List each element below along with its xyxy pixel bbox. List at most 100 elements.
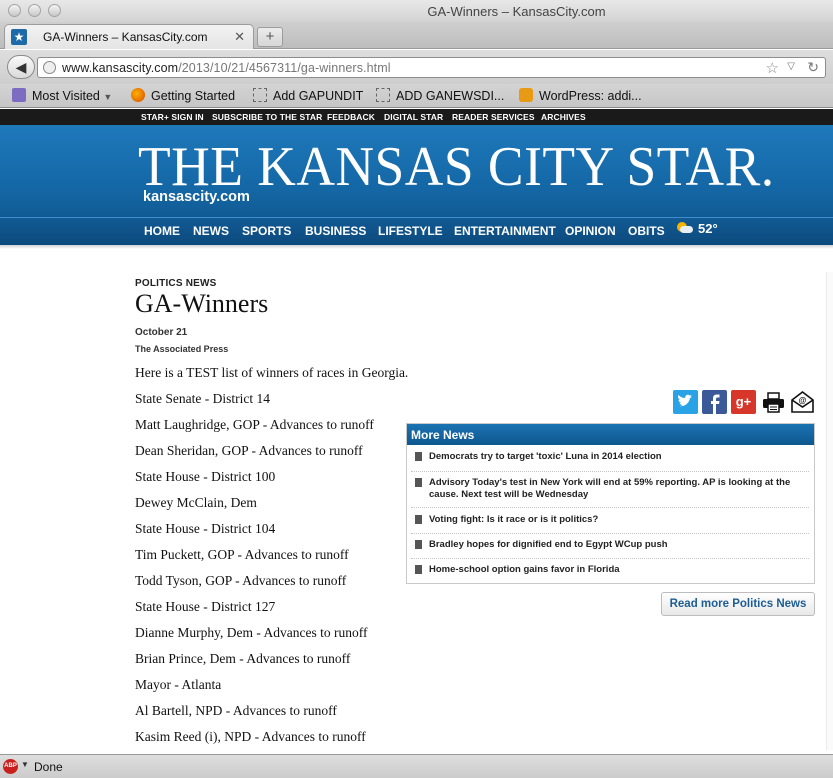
article-paragraph: State Senate - District 14 [135, 391, 270, 406]
article-kicker[interactable]: POLITICS NEWS [135, 278, 217, 289]
twitter-icon[interactable] [673, 390, 698, 414]
weather-temp: 52° [698, 221, 718, 236]
bookmark-getting-started[interactable]: Getting Started [131, 88, 235, 103]
wordpress-icon [519, 88, 533, 102]
article-paragraph: Here is a TEST list of winners of races … [135, 365, 409, 380]
article-paragraph: Dianne Murphy, Dem - Advances to runoff [135, 625, 368, 640]
address-bar[interactable]: www.kansascity.com/2013/10/21/4567311/ga… [37, 57, 826, 78]
nav-home[interactable]: HOME [144, 224, 180, 238]
bookmarklet-icon [376, 88, 390, 102]
bookmark-add-gapundit[interactable]: Add GAPUNDIT [253, 88, 363, 103]
window-title: GA-Winners – KansasCity.com [427, 4, 606, 19]
link-subscribe[interactable]: SUBSCRIBE TO THE STAR [212, 112, 322, 122]
reload-icon[interactable]: ↻ [807, 59, 819, 76]
article-paragraph: Matt Laughridge, GOP - Advances to runof… [135, 417, 374, 432]
navigation-toolbar: ◀ www.kansascity.com/2013/10/21/4567311/… [0, 50, 833, 84]
article-paragraph: Brian Prince, Dem - Advances to runoff [135, 651, 351, 666]
bookmark-star-icon[interactable]: ☆ [766, 59, 779, 77]
more-news-link[interactable]: Advisory Today's test in New York will e… [429, 477, 790, 500]
more-news-link[interactable]: Democrats try to target 'toxic' Luna in … [429, 451, 662, 462]
more-news-item[interactable]: Democrats try to target 'toxic' Luna in … [411, 451, 809, 472]
weather-widget[interactable]: 52° [676, 221, 718, 236]
document-icon [415, 540, 422, 549]
more-news-link[interactable]: Bradley hopes for dignified end to Egypt… [429, 539, 668, 550]
more-news-item[interactable]: Voting fight: Is it race or is it politi… [411, 514, 809, 534]
article-headline: GA-Winners [135, 289, 269, 318]
more-news-box: More News Democrats try to target 'toxic… [406, 423, 815, 584]
nav-business[interactable]: BUSINESS [305, 224, 366, 238]
article-date: October 21 [135, 327, 188, 338]
site-logo-subtitle[interactable]: kansascity.com [143, 189, 250, 205]
print-icon[interactable] [761, 390, 786, 414]
article-paragraph: Tim Puckett, GOP - Advances to runoff [135, 547, 349, 562]
tab-bar: ★ GA-Winners – KansasCity.com ✕ + [0, 22, 833, 49]
bookmark-label: Getting Started [151, 89, 236, 103]
facebook-icon[interactable] [702, 390, 727, 414]
tab-title: GA-Winners – KansasCity.com [43, 30, 208, 44]
main-nav: HOME NEWS SPORTS BUSINESS LIFESTYLE ENTE… [0, 217, 833, 245]
google-plus-icon[interactable]: g+ [731, 390, 756, 414]
nav-opinion[interactable]: OPINION [565, 224, 616, 238]
tab-active[interactable]: ★ GA-Winners – KansasCity.com ✕ [4, 24, 254, 49]
document-icon [415, 452, 422, 461]
nav-lifestyle[interactable]: LIFESTYLE [378, 224, 443, 238]
nav-sports[interactable]: SPORTS [242, 224, 291, 238]
more-news-item[interactable]: Bradley hopes for dignified end to Egypt… [411, 539, 809, 559]
adblock-dropdown-icon[interactable]: ▼ [21, 760, 29, 769]
tab-close-icon[interactable]: ✕ [234, 29, 245, 45]
document-icon [415, 565, 422, 574]
svg-text:@: @ [799, 396, 807, 405]
link-feedback[interactable]: FEEDBACK [327, 112, 375, 122]
more-news-heading: More News [407, 424, 814, 445]
header-shadow [0, 245, 833, 249]
article-paragraph: State House - District 127 [135, 599, 276, 614]
bookmark-wordpress[interactable]: WordPress: addi... [519, 88, 642, 103]
nav-news[interactable]: NEWS [193, 224, 229, 238]
dropdown-arrow-icon: ▼ [103, 92, 113, 102]
more-news-item[interactable]: Advisory Today's test in New York will e… [411, 477, 809, 508]
article-paragraph: Kasim Reed (i), NPD - Advances to runoff [135, 729, 366, 744]
link-reader-services[interactable]: READER SERVICES [452, 112, 535, 122]
bookmarks-toolbar: Most Visited ▼ Getting Started Add GAPUN… [0, 84, 833, 108]
article-paragraph: Dean Sheridan, GOP - Advances to runoff [135, 443, 363, 458]
link-archives[interactable]: ARCHIVES [541, 112, 586, 122]
email-icon[interactable]: @ [790, 390, 815, 414]
article-paragraph: State House - District 100 [135, 469, 276, 484]
nav-entertainment[interactable]: ENTERTAINMENT [454, 224, 556, 238]
status-bar: ABP ▼ Done [0, 754, 833, 778]
bookmarklet-icon [253, 88, 267, 102]
article-paragraph: Al Bartell, NPD - Advances to runoff [135, 703, 337, 718]
more-news-item[interactable]: Home-school option gains favor in Florid… [411, 564, 809, 580]
page-scrollbar[interactable] [826, 272, 833, 750]
url-dropdown-icon[interactable]: ▽ [787, 61, 795, 72]
link-star-sign-in[interactable]: STAR+ SIGN IN [141, 112, 204, 122]
bookmark-most-visited[interactable]: Most Visited ▼ [12, 88, 112, 103]
bookmark-label: ADD GANEWSDI... [396, 89, 505, 103]
document-icon [415, 478, 422, 487]
star-favicon-icon: ★ [11, 29, 27, 45]
read-more-politics-button[interactable]: Read more Politics News [661, 592, 815, 616]
firefox-icon [131, 88, 145, 102]
adblock-icon[interactable]: ABP [3, 759, 18, 774]
url-text[interactable]: www.kansascity.com/2013/10/21/4567311/ga… [62, 61, 391, 75]
article-paragraph: Dewey McClain, Dem [135, 495, 257, 510]
smart-folder-icon [12, 88, 26, 102]
document-icon [415, 515, 422, 524]
bookmark-label: Most Visited [32, 89, 100, 103]
url-domain: www.kansascity.com [62, 61, 179, 75]
status-text: Done [34, 760, 63, 774]
more-news-link[interactable]: Home-school option gains favor in Florid… [429, 564, 620, 575]
bookmark-label: Add GAPUNDIT [273, 89, 364, 103]
new-tab-button[interactable]: + [257, 27, 283, 47]
more-news-link[interactable]: Voting fight: Is it race or is it politi… [429, 514, 598, 525]
bookmark-add-ganewsdi[interactable]: ADD GANEWSDI... [376, 88, 504, 103]
link-digital-star[interactable]: DIGITAL STAR [384, 112, 443, 122]
partly-cloudy-icon [676, 222, 693, 234]
article-paragraph: Mayor - Atlanta [135, 677, 222, 692]
nav-obits[interactable]: OBITS [628, 224, 665, 238]
utility-links-bar: STAR+ SIGN IN SUBSCRIBE TO THE STAR FEED… [0, 109, 833, 125]
url-path: /2013/10/21/4567311/ga-winners.html [178, 61, 391, 75]
article-paragraph: State House - District 104 [135, 521, 276, 536]
article-paragraph: Todd Tyson, GOP - Advances to runoff [135, 573, 347, 588]
back-button[interactable]: ◀ [7, 55, 35, 79]
